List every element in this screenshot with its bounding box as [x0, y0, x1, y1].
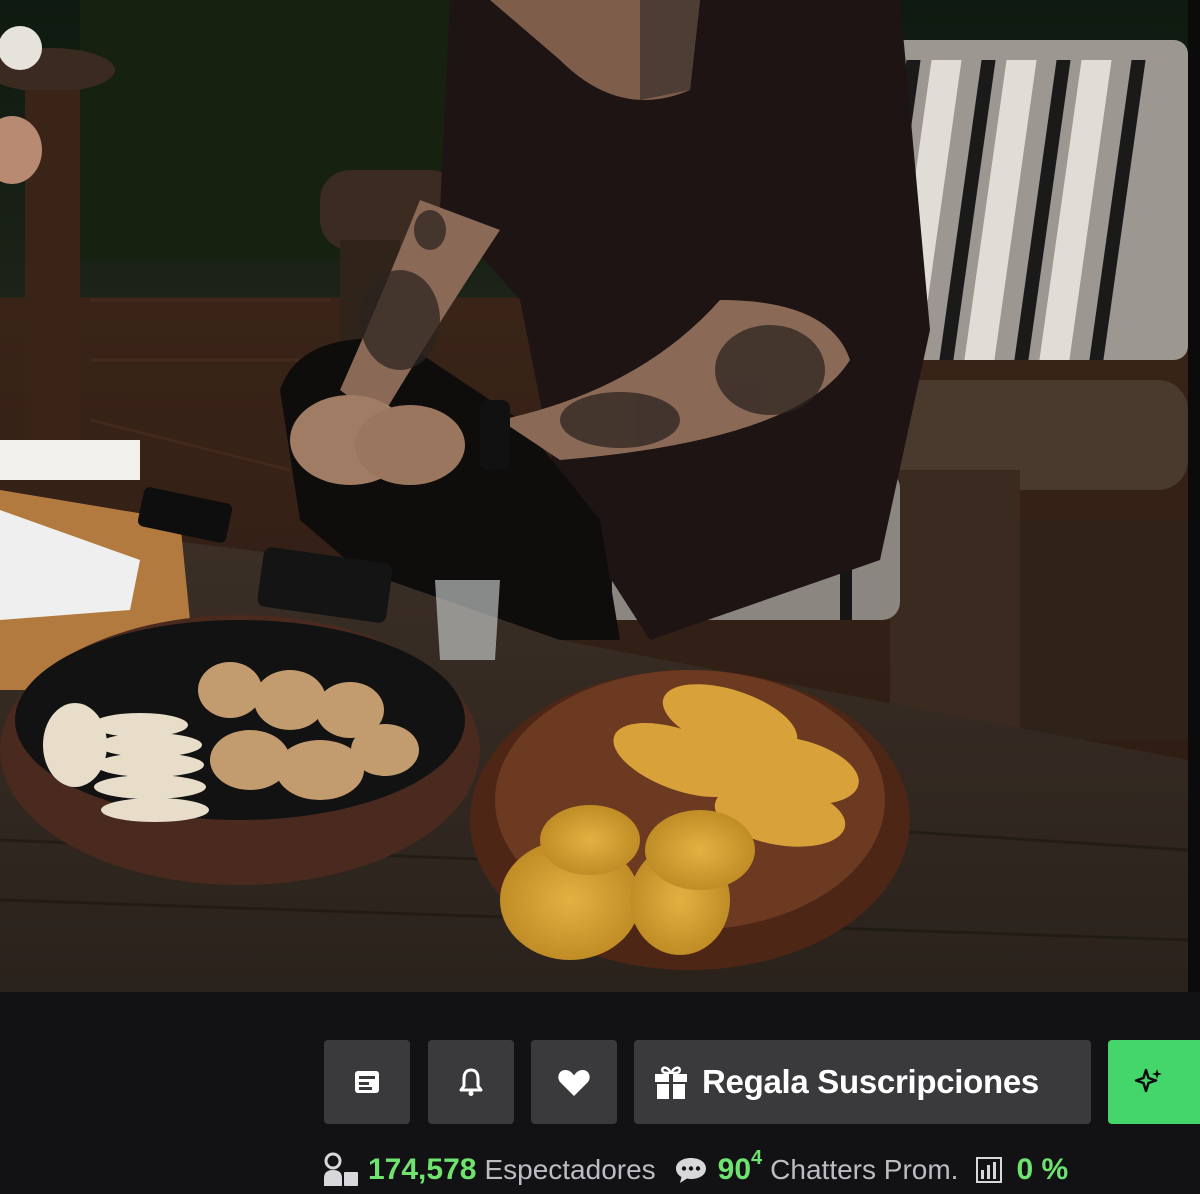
video-edge — [1188, 0, 1200, 992]
follow-button[interactable] — [531, 1040, 617, 1124]
gift-icon — [655, 1066, 687, 1099]
gift-subscriptions-label: Regala Suscripciones — [702, 1063, 1039, 1100]
video-frame — [0, 0, 1188, 992]
chatters-label: Chatters Prom. — [770, 1154, 959, 1185]
stream-stats: 174,578 Espectadores 904 Chatters Prom. … — [322, 1146, 1200, 1194]
chatters-superscript: 4 — [751, 1147, 763, 1169]
notes-icon — [355, 1071, 379, 1093]
viewers-icon — [324, 1152, 358, 1186]
gift-subscriptions-button[interactable]: Regala Suscripciones — [634, 1040, 1091, 1124]
percent-value: 0 % — [1016, 1153, 1069, 1186]
viewers-label: Espectadores — [484, 1154, 656, 1185]
chat-icon — [675, 1158, 706, 1183]
bell-icon — [459, 1068, 483, 1096]
notes-button[interactable] — [324, 1040, 410, 1124]
video-player[interactable] — [0, 0, 1188, 992]
bar-chart-icon — [976, 1157, 1003, 1183]
sparkle-icon — [1134, 1068, 1162, 1093]
subscribe-button[interactable] — [1108, 1040, 1200, 1124]
heart-icon — [558, 1070, 590, 1096]
notifications-button[interactable] — [428, 1040, 514, 1124]
viewers-count: 174,578 — [368, 1153, 477, 1186]
chatters-count: 904 — [717, 1147, 763, 1186]
